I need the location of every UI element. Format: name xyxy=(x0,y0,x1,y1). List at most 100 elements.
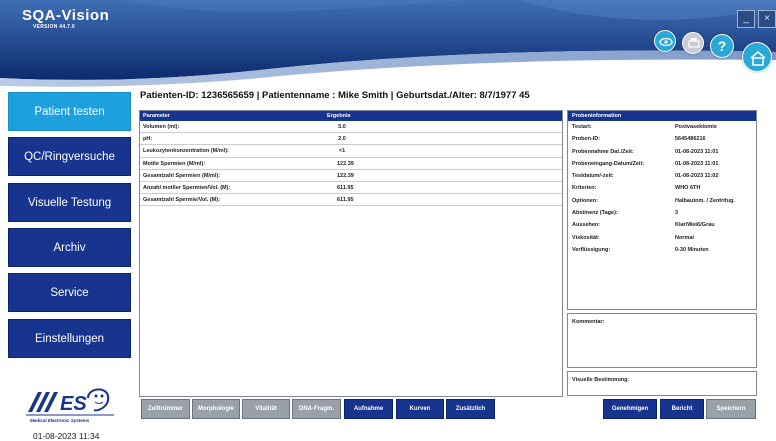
nav-einstellungen[interactable]: Einstellungen xyxy=(8,319,131,358)
app-logo: SQA-Vision xyxy=(22,7,110,24)
save-button[interactable]: Speichern xyxy=(706,399,756,419)
row-parameter: pH: xyxy=(143,136,153,143)
comment-field[interactable]: Kommentar: xyxy=(567,313,757,368)
mes-logo-text: Medical Electronic Systems xyxy=(30,418,90,423)
table-row: Volumen (ml): 5.0 xyxy=(140,121,562,134)
info-key: Verflüssigung: xyxy=(572,246,611,253)
eye-icon xyxy=(659,37,673,47)
additional-button[interactable]: Zusätzlich xyxy=(446,399,495,419)
approve-button[interactable]: Genehmigen xyxy=(603,399,657,419)
curves-button[interactable]: Kurven xyxy=(396,399,444,419)
home-icon xyxy=(750,51,766,66)
info-value: Postvasektomie xyxy=(675,124,717,130)
nav-visuelle-testung[interactable]: Visuelle Testung xyxy=(8,183,131,222)
info-row: Optionen: Halbautom. / Zentrifug. xyxy=(568,195,756,207)
row-parameter: Anzahl motiler Spermien/Vol. (M): xyxy=(143,184,231,191)
info-value: Halbautom. / Zentrifug. xyxy=(675,197,735,204)
row-value: 122.39 xyxy=(337,172,354,179)
morphology-button[interactable]: Morphologie xyxy=(192,399,240,419)
results-table-header: Parameter Ergebnis xyxy=(140,111,562,121)
nav-patient-testen[interactable]: Patient testen xyxy=(8,92,131,131)
info-value: 5645486216 xyxy=(675,136,706,143)
header-bar: SQA-Vision VERSION 44.7.0 _ × ? xyxy=(0,0,776,92)
sample-info-panel: Probeninformation Testart: Postvasektomie… xyxy=(567,110,757,310)
info-key: Probeneingang-Datum/Zeit: xyxy=(572,160,645,167)
app-version: VERSION 44.7.0 xyxy=(33,24,75,30)
row-value: 2.0 xyxy=(338,136,346,143)
table-row: Leukozytenkonzentration (M/ml): <1 xyxy=(140,145,562,158)
info-key: Testart: xyxy=(572,124,592,130)
info-key: Proben-ID: xyxy=(572,136,601,143)
info-value: 3 xyxy=(675,210,679,217)
close-icon: × xyxy=(764,13,770,24)
current-timestamp: 01-08-2023 11:34 xyxy=(33,431,100,441)
help-button[interactable]: ? xyxy=(710,34,734,58)
info-value: Normal xyxy=(675,234,694,241)
row-value: 611.95 xyxy=(337,197,354,204)
vitality-button[interactable]: Vitalität xyxy=(242,399,290,419)
nav-service[interactable]: Service xyxy=(8,273,131,312)
table-row: Gesamtzahl Spermie/Vol. (M): 611.95 xyxy=(140,194,562,207)
info-key: Abstinenz (Tage): xyxy=(572,210,618,217)
visual-determination-label: Visuelle Bestimmung: xyxy=(572,377,630,383)
info-row: Abstinenz (Tage): 3 xyxy=(568,207,756,219)
info-row: Aussehen: Klar/Weiß/Grau xyxy=(568,219,756,231)
svg-text:ES: ES xyxy=(60,393,87,415)
info-key: Kriterien: xyxy=(572,185,597,192)
info-key: Viskosität: xyxy=(572,234,600,241)
column-header-result: Ergebnis xyxy=(327,113,351,119)
results-table: Parameter Ergebnis Volumen (ml): 5.0 pH: 2… xyxy=(139,110,563,397)
info-key: Probennahme Dat./Zeit: xyxy=(572,148,634,155)
info-row: Probeneingang-Datum/Zeit: 01-08-2023 11:0… xyxy=(568,158,756,170)
info-value: 01-08-2023 11:02 xyxy=(675,173,719,180)
info-row: Verflüssigung: 0-30 Minuten xyxy=(568,244,756,256)
row-parameter: Leukozytenkonzentration (M/ml): xyxy=(143,148,229,155)
row-value: <1 xyxy=(338,148,346,155)
row-parameter: Motile Spermien (M/ml): xyxy=(143,160,206,167)
table-row: pH: 2.0 xyxy=(140,133,562,146)
nav-archiv[interactable]: Archiv xyxy=(8,228,131,267)
info-value: Klar/Weiß/Grau xyxy=(675,222,715,229)
close-button[interactable]: × xyxy=(758,10,776,28)
table-row: Anzahl motiler Spermien/Vol. (M): 611.95 xyxy=(140,182,562,195)
info-row: Kriterien: WHO 6TH xyxy=(568,182,756,194)
info-row: Testdatum/-zeit: 01-08-2023 11:02 xyxy=(568,170,756,182)
row-parameter: Volumen (ml): xyxy=(143,124,180,130)
mes-logo: ES Medical Electronic Systems xyxy=(26,388,114,423)
column-header-parameter: Parameter xyxy=(143,113,170,119)
visual-determination-field[interactable]: Visuelle Bestimmung: xyxy=(567,371,757,396)
row-value: 122.39 xyxy=(337,160,354,167)
info-value: 01-08-2023 11:01 xyxy=(675,160,719,167)
row-value: 5.0 xyxy=(338,124,346,130)
capture-button[interactable]: Aufnahme xyxy=(344,399,393,419)
info-key: Optionen: xyxy=(572,197,598,204)
print-icon xyxy=(688,38,700,48)
row-parameter: Gesamtzahl Spermie/Vol. (M): xyxy=(143,197,220,204)
table-row: Gesamtzahl Spermien (M/ml): 122.39 xyxy=(140,170,562,182)
minimize-button[interactable]: _ xyxy=(737,10,755,28)
sample-info-title: Probeninformation xyxy=(568,111,756,121)
debris-button[interactable]: Zelltrümmer xyxy=(141,399,190,419)
table-row: Motile Spermien (M/ml): 122.39 xyxy=(140,158,562,170)
help-icon: ? xyxy=(717,38,727,54)
row-value: 611.95 xyxy=(337,184,354,191)
info-row: Testart: Postvasektomie xyxy=(568,121,756,133)
info-value: WHO 6TH xyxy=(675,185,701,192)
minimize-icon: _ xyxy=(743,13,749,24)
info-key: Aussehen: xyxy=(572,222,601,229)
dna-fragmentation-button[interactable]: DNA-Fragm. xyxy=(292,399,341,419)
print-button[interactable] xyxy=(682,32,704,54)
comment-label: Kommentar: xyxy=(572,319,605,325)
info-row: Probennahme Dat./Zeit: 01-08-2023 11:01 xyxy=(568,146,756,158)
nav-qc-ringversuche[interactable]: QC/Ringversuche xyxy=(8,137,131,176)
eye-button[interactable] xyxy=(654,30,676,52)
row-parameter: Gesamtzahl Spermien (M/ml): xyxy=(143,172,221,179)
info-row: Viskosität: Normal xyxy=(568,232,756,244)
report-button[interactable]: Bericht xyxy=(660,399,704,419)
home-button[interactable] xyxy=(742,42,772,72)
info-value: 0-30 Minuten xyxy=(675,246,709,253)
info-key: Testdatum/-zeit: xyxy=(572,173,614,180)
info-value: 01-08-2023 11:01 xyxy=(675,148,719,155)
info-row: Proben-ID: 5645486216 xyxy=(568,133,756,145)
patient-header: Patienten-ID: 1236565659 | Patientenname… xyxy=(140,90,530,101)
